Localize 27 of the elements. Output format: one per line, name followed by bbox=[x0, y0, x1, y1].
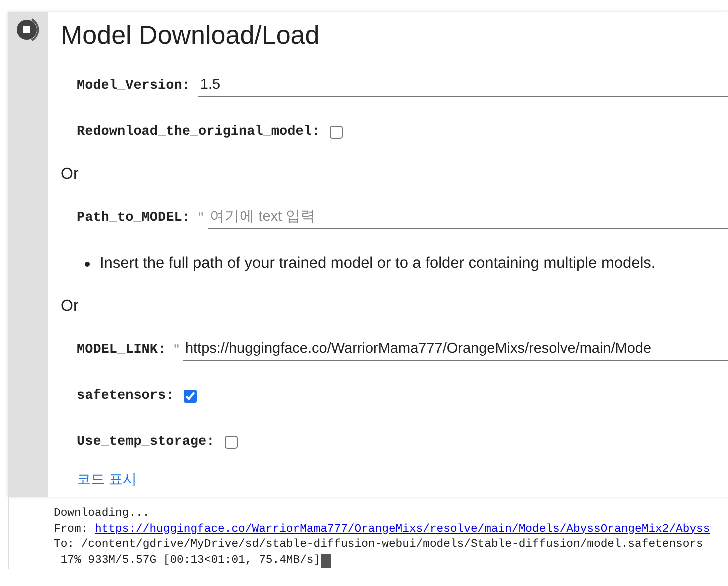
parameter-label: Redownload_the_original_model: bbox=[77, 124, 320, 140]
progress-text: 17% 933M/5.57G [00:13<01:01, 75.4MB/s] bbox=[60, 554, 321, 568]
hint-text: Insert the full path of your trained model or to a folder containing multiple models. bbox=[100, 255, 656, 273]
output-line: Downloading... bbox=[54, 507, 151, 522]
parameter-label: Model_Version: bbox=[77, 78, 190, 94]
or-text: Or bbox=[61, 297, 80, 317]
or-text: Or bbox=[61, 165, 80, 185]
run-cell-icon[interactable] bbox=[15, 17, 41, 43]
parameter-label: Use_temp_storage: bbox=[77, 434, 215, 450]
input-field[interactable]: 여기에 text 입력 bbox=[208, 207, 728, 229]
checkbox[interactable] bbox=[184, 390, 198, 402]
download-link[interactable]: https://huggingface.co/WarriorMama777/OrangeMixs/resolve/main/Models/AbyssOrangeMix2/Abyss bbox=[95, 522, 710, 538]
show-code-link[interactable]: 코드 표시 bbox=[77, 471, 137, 489]
parameter-label: MODEL_LINK: bbox=[77, 342, 166, 358]
quote-mark: " bbox=[198, 210, 204, 226]
output-line: From: bbox=[54, 522, 90, 538]
bullet-icon bbox=[85, 262, 90, 266]
input-field[interactable]: https://huggingface.co/WarriorMama777/OrangeMixs/resolve/main/Mode bbox=[183, 339, 728, 361]
output-line: To: /content/gdrive/MyDrive/sd/stable-diffusion-webui/models/Stable-diffusion/model.safetensors bbox=[54, 538, 704, 553]
quote-mark: " bbox=[174, 342, 180, 358]
cursor-icon bbox=[320, 554, 331, 568]
checkbox[interactable] bbox=[224, 436, 238, 448]
section-title: Model Download/Load bbox=[61, 20, 321, 51]
checkbox[interactable] bbox=[330, 126, 344, 138]
parameter-label: Path_to_MODEL: bbox=[77, 210, 190, 226]
parameter-label: safetensors: bbox=[77, 388, 174, 404]
input-field[interactable]: 1.5 bbox=[198, 75, 728, 97]
